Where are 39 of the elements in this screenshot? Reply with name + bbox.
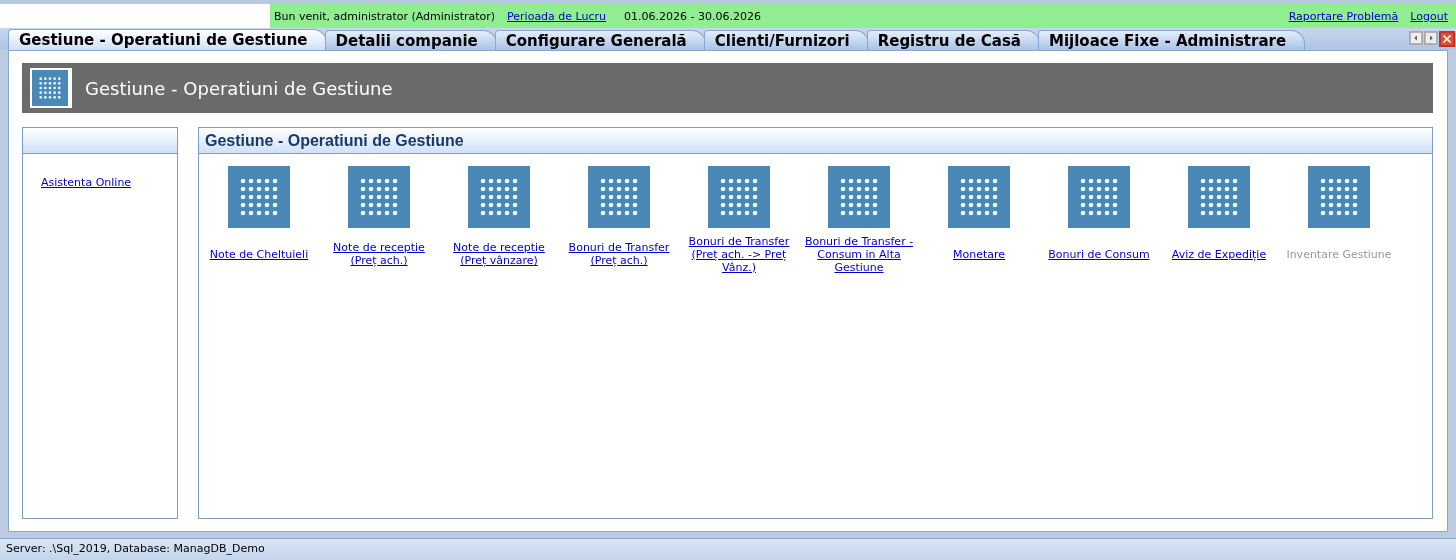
tab[interactable]: Detalii companie [324,30,497,50]
page-title: Gestiune - Operatiuni de Gestiune [85,77,393,99]
operation-icon[interactable] [228,166,290,228]
operation-icon[interactable] [588,166,650,228]
operation-link[interactable]: Note de receptie (Preț ach.) [323,241,435,267]
module-icon [30,68,72,108]
operation-icon[interactable] [948,166,1010,228]
sidebar-link[interactable]: Asistenta Online [41,176,132,189]
scroll-left-button[interactable] [1409,31,1423,45]
operation-link[interactable]: Bonuri de Transfer (Preț ach.) [563,241,675,267]
tab[interactable]: Registru de Casă [866,30,1040,50]
close-button[interactable] [1439,31,1455,47]
operation-icon[interactable] [348,166,410,228]
operation-icon[interactable] [828,166,890,228]
tab[interactable]: Configurare Generală [494,30,706,50]
panel-title: Gestiune - Operatiuni de Gestiune [205,131,464,150]
operation-link[interactable]: Monetare [952,247,1006,261]
tab[interactable]: Mijloace Fixe - Administrare [1038,30,1306,50]
period-text: 01.06.2026 - 30.06.2026 [624,9,761,23]
operation-link[interactable]: Note de receptie (Preț vânzare) [443,241,555,267]
operation-label: Inventare Gestiune [1286,247,1392,261]
report-link[interactable]: Raportare Problemă [1288,9,1399,23]
scroll-right-button[interactable] [1424,31,1438,45]
period-link[interactable]: Perioada de Lucru [507,9,607,23]
status-bar: Server: .\Sql_2019, Database: ManagDB_Demo [0,538,1456,560]
operation-link[interactable]: Bonuri de Transfer - Consum in Alta Gestiune [803,234,915,274]
tab[interactable]: Clienti/Furnizori [703,30,869,50]
operation-link[interactable]: Bonuri de Consum [1048,247,1150,261]
operation-icon[interactable] [1068,166,1130,228]
operation-icon[interactable] [468,166,530,228]
operation-icon[interactable] [708,166,770,228]
operation-link[interactable]: Aviz de Expediție [1171,247,1267,261]
tab[interactable]: Gestiune - Operatiuni de Gestiune [8,29,327,50]
operation-icon[interactable] [1188,166,1250,228]
operation-icon[interactable] [1308,166,1370,228]
operation-link[interactable]: Note de Cheltuieli [209,247,309,261]
welcome-text: Bun venit, administrator (Administrator) [274,9,496,23]
logout-link[interactable]: Logout [1410,9,1448,23]
operation-link[interactable]: Bonuri de Transfer (Preț ach. -> Preț Vânz.) [683,234,795,274]
